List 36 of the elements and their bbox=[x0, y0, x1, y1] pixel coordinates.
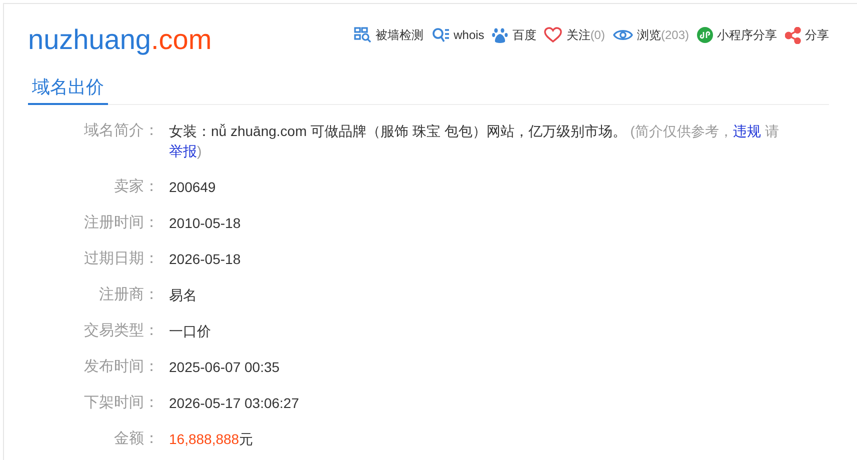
tab[interactable]: 域名出价 bbox=[28, 71, 108, 105]
field-label: 交易类型： bbox=[84, 322, 159, 339]
baidu-link[interactable]: 百度 bbox=[492, 26, 536, 44]
field-label: 卖家： bbox=[114, 178, 159, 195]
field-label: 域名简介： bbox=[84, 122, 159, 139]
domain-description: 女装：nǚ zhuāng.com 可做品牌（服饰 珠宝 包包）网站，亿万级别市场。 (简介仅供参考，违规 请 举报) bbox=[169, 123, 779, 159]
report-link[interactable]: 违规 bbox=[732, 123, 761, 139]
paw-icon bbox=[492, 26, 508, 44]
field-label: 发布时间： bbox=[84, 358, 159, 375]
eye-icon bbox=[612, 28, 633, 42]
price-value: 16,888,888元 bbox=[169, 431, 254, 447]
share-link[interactable]: 分享 bbox=[785, 26, 829, 44]
field-label: 注册商： bbox=[99, 286, 159, 303]
follow-link[interactable]: 关注(0) bbox=[544, 26, 605, 44]
field-value: 2026-05-17 03:06:27 bbox=[169, 395, 299, 411]
heart-icon bbox=[544, 27, 562, 43]
field-value: 2025-06-07 00:35 bbox=[169, 359, 280, 375]
field-value: 200649 bbox=[169, 179, 216, 195]
field-label: 金额： bbox=[114, 430, 159, 447]
site-logo[interactable]: nuzhuang.com bbox=[28, 22, 212, 58]
field-label: 下架时间： bbox=[84, 394, 159, 411]
mini-program-icon bbox=[697, 27, 713, 43]
field-value: 一口价 bbox=[169, 323, 211, 339]
whois-link[interactable]: whois bbox=[432, 27, 484, 43]
grid-search-icon bbox=[354, 27, 372, 43]
share-icon bbox=[785, 26, 801, 44]
views-link[interactable]: 浏览(203) bbox=[612, 26, 689, 44]
field-value: 2010-05-18 bbox=[169, 215, 241, 231]
report-link[interactable]: 举报 bbox=[169, 143, 197, 159]
mini-program-link[interactable]: 小程序分享 bbox=[697, 26, 777, 44]
field-value: 易名 bbox=[169, 287, 197, 303]
field-value: 2026-05-18 bbox=[169, 251, 241, 267]
search-list-icon bbox=[432, 27, 450, 43]
field-label: 过期日期： bbox=[84, 250, 159, 267]
wall-check-link[interactable]: 被墙检测 bbox=[354, 26, 424, 44]
field-label: 注册时间： bbox=[84, 214, 159, 231]
